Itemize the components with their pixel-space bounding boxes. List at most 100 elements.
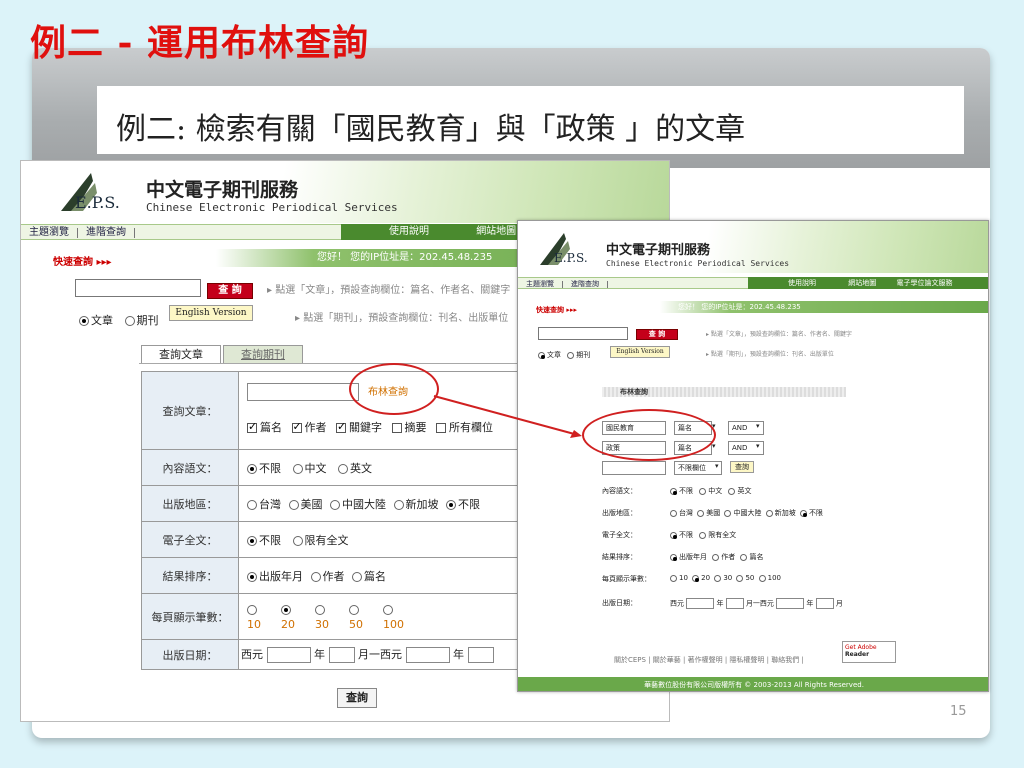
radio-fulltext-only[interactable] [292,535,303,546]
b-radio-region-tw[interactable] [670,509,677,517]
nav-item-advanced[interactable]: 進階查詢 [78,228,135,238]
b-radio-region-us[interactable] [697,509,705,517]
date-to-month[interactable] [467,647,494,663]
english-version-button-b[interactable]: English Version [610,346,670,358]
b-radio-pp-20[interactable] [692,574,700,582]
nav-item-browse[interactable]: 主題瀏覽 [21,228,78,238]
quick-search-button[interactable]: 查 詢 [207,283,253,299]
check-all-fields[interactable] [436,422,446,433]
chevron-down-icon: ▾ [756,422,760,430]
brand-en: Chinese Electronic Periodical Services [146,201,398,214]
radio-pp-50[interactable] [349,604,359,615]
nav-item-thesis-b[interactable]: 電子學位論文服務 [896,277,952,289]
logo-text: E.P.S. [75,193,120,212]
radio-sort-title[interactable] [352,571,362,582]
english-version-button[interactable]: English Version [169,305,253,321]
quick-search-input-b[interactable] [538,327,628,340]
b-date-from-year[interactable] [686,598,715,609]
boolean-search-link[interactable]: 布林查詢 [368,383,408,398]
radio-region-cn[interactable] [330,499,340,510]
b-radio-sort-title[interactable] [740,553,748,561]
boolean-search-button[interactable]: 查詢 [730,461,754,473]
check-keyword[interactable] [336,420,346,433]
nav-item-sitemap[interactable]: 網站地圖 [476,224,516,240]
nav-item-browse-b[interactable]: 主題瀏覽 [518,281,563,288]
query-input[interactable] [247,382,359,401]
radio-pp-100[interactable] [383,604,393,615]
date-to-year[interactable] [405,647,450,663]
radio-journal-b[interactable] [567,351,575,359]
label-language: 內容語文： [141,449,239,486]
b-radio-pp-100[interactable] [758,574,766,582]
radio-sort-date[interactable] [247,571,257,582]
screenshot-boolean-search: E.P.S. 中文電子期刊服務 Chinese Electronic Perio… [517,220,989,692]
hint-article-b: ▸ 點選「文章」，預設查詢欄位：篇名、作者名、關鍵字 [706,331,852,338]
date-from-year[interactable] [266,647,311,663]
radio-pp-20[interactable] [281,604,291,615]
check-abstract[interactable] [391,422,402,433]
radio-lang-en[interactable] [338,463,348,474]
pp-50-label: 50 [349,617,363,631]
radio-region-sg[interactable] [393,499,404,510]
nav-item-help[interactable]: 使用說明 [389,224,429,240]
greeting-bar-b: 您好！ 您的IP位址是：202.45.48.235 [518,301,988,313]
b-radio-pp-30[interactable] [714,574,722,582]
submit-query-button[interactable]: 查詢 [337,688,377,708]
nav-item-advanced-b[interactable]: 進階查詢 [563,281,608,288]
radio-article-b[interactable] [538,351,545,359]
b-pp-30-label: 30 [723,574,733,582]
b-radio-sort-author[interactable] [712,553,720,561]
adobe-reader-badge[interactable]: Get Adobe Reader [842,641,896,663]
radio-journal[interactable] [124,316,135,326]
nav-item-help-b[interactable]: 使用說明 [788,277,816,289]
b-radio-sort-date-label: 出版年月 [679,553,707,561]
boolean-term-3[interactable] [602,461,666,475]
check-author[interactable] [291,420,302,433]
b-radio-fulltext-any[interactable] [670,531,677,539]
radio-article[interactable] [79,316,89,326]
slide-title: 例二 - 運用布林查詢 [30,22,370,64]
date-from-month[interactable] [328,647,355,663]
quick-search-input[interactable] [75,279,201,297]
date-month-to-label: 月一西元 [358,648,402,661]
b-radio-region-cn[interactable] [724,509,732,517]
radio-region-tw[interactable] [247,499,257,510]
b-radio-lang-zh[interactable] [699,487,707,495]
b-region-options: 台灣 美國 中國大陸 新加坡 不限 [670,508,823,518]
radio-pp-30[interactable] [315,604,325,615]
radio-fulltext-any[interactable] [247,535,257,546]
b-radio-sort-date[interactable] [670,553,677,561]
chevron-down-icon: ▾ [756,442,760,450]
footer-links[interactable]: 關於CEPS | 關於華藝 | 著作權聲明 | 隱私權聲明 | 聯絡我們 | [614,655,804,665]
radio-lang-zh[interactable] [292,463,303,474]
b-date-to-year[interactable] [776,598,805,609]
check-title[interactable] [247,420,257,433]
b-radio-fulltext-only[interactable] [699,531,707,539]
b-radio-lang-en[interactable] [728,487,736,495]
tab-search-article[interactable]: 查詢文章 [141,345,221,363]
b-label-fulltext: 電子全文： [602,531,637,539]
radio-region-any-label: 不限 [458,497,480,511]
b-radio-region-any[interactable] [799,509,807,517]
radio-region-any[interactable] [446,499,456,510]
label-per-page: 每頁顯示筆數： [141,593,239,640]
b-radio-lang-any[interactable] [670,487,677,495]
b-date-to-month[interactable] [815,598,834,609]
b-date-west: 西元 [670,599,684,608]
quick-search-button-b[interactable]: 查 詢 [636,329,678,340]
radio-lang-any[interactable] [247,463,257,474]
b-date-year: 年 [716,599,724,608]
b-radio-pp-50[interactable] [736,574,744,582]
b-radio-pp-10[interactable] [670,574,677,582]
radio-region-us[interactable] [288,499,299,510]
b-radio-region-sg[interactable] [765,509,773,517]
radio-pp-10[interactable] [247,604,257,615]
radio-sort-author[interactable] [310,571,321,582]
tab-search-journal[interactable]: 查詢期刊 [223,345,303,363]
b-sort-options: 出版年月 作者 篇名 [670,552,763,562]
scope-radios-b: 文章 期刊 [538,350,590,360]
label-sort: 結果排序： [141,557,239,594]
b-date-from-month[interactable] [725,598,744,609]
radio-journal-label: 期刊 [136,314,159,327]
nav-item-sitemap-b[interactable]: 網站地圖 [848,277,876,289]
